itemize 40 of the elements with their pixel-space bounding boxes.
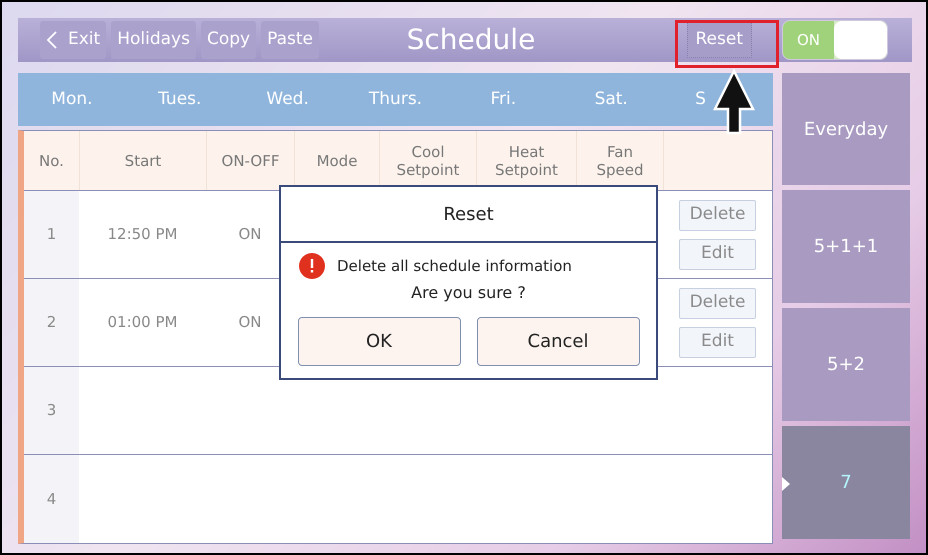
toolbar-button[interactable]: Paste xyxy=(261,21,319,59)
exit-button[interactable]: Exit xyxy=(40,21,106,59)
dialog-question: Are you sure ? xyxy=(411,282,526,304)
column-header: No. xyxy=(38,150,65,172)
day-tab[interactable]: Fri. xyxy=(490,86,516,112)
power-toggle[interactable]: ON xyxy=(782,20,888,60)
row-number: 2 xyxy=(46,312,56,334)
table-cell-text: ON xyxy=(238,224,262,246)
row-number: 3 xyxy=(46,400,56,422)
day-tab[interactable]: S xyxy=(695,86,706,112)
warning-icon xyxy=(299,253,325,279)
reset-button[interactable]: Reset xyxy=(686,22,752,58)
row-number: 4 xyxy=(46,488,56,510)
day-tab[interactable]: Wed. xyxy=(266,86,309,112)
table-cell-text: 12:50 PM xyxy=(108,224,178,246)
dialog-title: Reset xyxy=(443,202,494,226)
back-icon xyxy=(46,30,58,50)
toolbar-button[interactable]: Holidays xyxy=(111,21,196,59)
mode-button[interactable]: Everyday xyxy=(782,73,910,185)
edit-button[interactable]: Edit xyxy=(679,238,756,270)
ok-button[interactable]: OK xyxy=(298,317,460,366)
toolbar-button[interactable]: Copy xyxy=(200,21,256,59)
day-tab[interactable]: Thurs. xyxy=(368,86,422,112)
day-tab[interactable]: Sat. xyxy=(594,86,628,112)
cancel-button[interactable]: Cancel xyxy=(476,317,640,366)
mode-button[interactable]: 5+1+1 xyxy=(782,190,910,303)
delete-button[interactable]: Delete xyxy=(679,200,756,230)
selection-marker-icon xyxy=(782,477,790,491)
mode-button[interactable]: 7 xyxy=(782,426,910,539)
screen-title: Schedule xyxy=(406,22,536,58)
delete-button[interactable]: Delete xyxy=(679,288,756,318)
table-cell-text: 01:00 PM xyxy=(108,312,178,334)
edit-button[interactable]: Edit xyxy=(679,326,756,358)
mode-button[interactable]: 5+2 xyxy=(782,308,910,421)
day-tab[interactable]: Tues. xyxy=(158,86,202,112)
day-tab[interactable]: Mon. xyxy=(51,86,93,112)
column-header: Start xyxy=(79,131,206,190)
dialog-message: Delete all schedule information xyxy=(337,256,572,277)
table-cell-text: ON xyxy=(238,312,262,334)
row-number: 1 xyxy=(46,224,56,246)
